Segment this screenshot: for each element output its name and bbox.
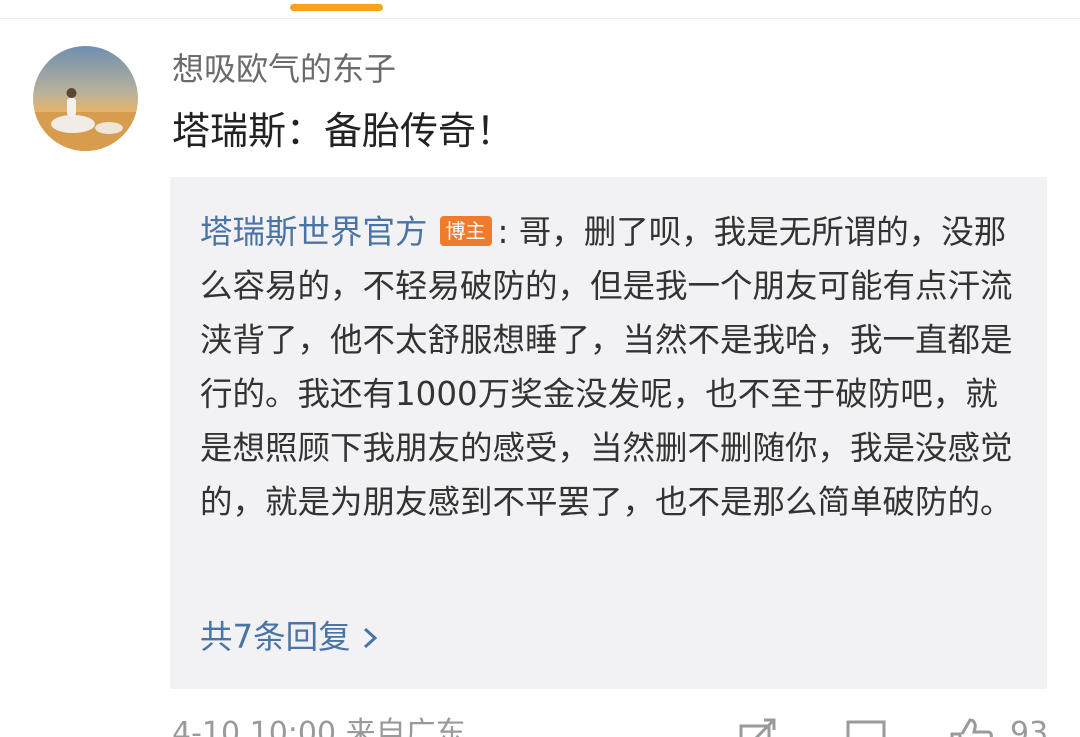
comment-text: 塔瑞斯：备胎传奇！ bbox=[172, 109, 515, 153]
view-replies-link[interactable]: 共7条回复 bbox=[200, 617, 379, 660]
share-icon[interactable] bbox=[738, 716, 778, 737]
tab-indicator bbox=[290, 4, 383, 11]
comment-meta: 4-10 10:00 来自广东 bbox=[172, 716, 466, 737]
top-divider bbox=[0, 18, 1080, 19]
reply-text: : 哥，删了呗，我是无所谓的，没那么容易的，不轻易破防的，但是我一个朋友可能有点… bbox=[200, 213, 1013, 521]
reply-paragraph: 塔瑞斯世界官方 博主: 哥，删了呗，我是无所谓的，没那么容易的，不轻易破防的，但是… bbox=[200, 205, 1020, 529]
like-count: 93 bbox=[1010, 716, 1049, 737]
reply-author[interactable]: 塔瑞斯世界官方 bbox=[200, 213, 428, 251]
reply-box[interactable]: 塔瑞斯世界官方 博主: 哥，删了呗，我是无所谓的，没那么容易的，不轻易破防的，但是… bbox=[170, 177, 1047, 689]
like-icon[interactable] bbox=[948, 716, 994, 737]
chevron-right-icon bbox=[361, 620, 379, 660]
comment-username[interactable]: 想吸欧气的东子 bbox=[172, 50, 396, 88]
reply-count-label: 共7条回复 bbox=[200, 618, 351, 656]
comment-icon[interactable] bbox=[845, 716, 887, 737]
comment-footer: 4-10 10:00 来自广东 93 bbox=[0, 710, 1080, 737]
author-badge: 博主 bbox=[439, 216, 492, 246]
avatar-image bbox=[33, 46, 138, 151]
avatar[interactable] bbox=[33, 46, 138, 151]
